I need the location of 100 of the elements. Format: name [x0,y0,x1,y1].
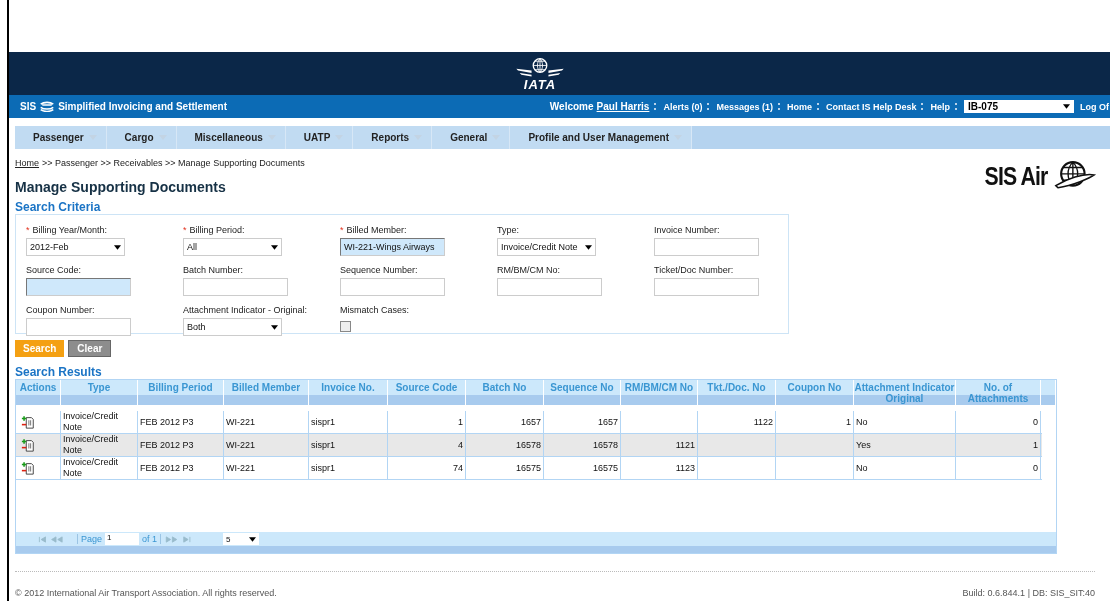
field-label: RM/BM/CM No: [497,265,560,275]
header-link[interactable]: Help [930,101,950,112]
table-cell: No [856,416,868,428]
breadcrumb-link[interactable]: Home [15,158,39,168]
app-title: Simplified Invoicing and Settlement [58,101,228,112]
checkbox[interactable] [340,321,351,332]
logout-link[interactable]: Log Of [1080,101,1109,112]
attach-document-icon[interactable] [21,461,35,475]
field-label: Sequence Number: [340,265,418,275]
table-cell: 1 [846,416,851,428]
table-cell: 1121 [675,439,695,451]
dropdown-field[interactable]: Invoice/Credit Note [497,238,596,256]
table-row[interactable]: Invoice/Credit Note FEB 2012 P3 WI-221 sispr1 74 16575 16575 1123 No 0 [16,457,1042,480]
dropdown-field[interactable]: All [183,238,282,256]
menu-item[interactable]: Miscellaneous [176,126,286,149]
column-header: Coupon No [776,380,854,405]
column-header: Batch No [466,380,544,405]
field-label: Ticket/Doc Number: [654,265,734,275]
caret-icon [114,244,121,250]
caret-icon [1063,104,1070,109]
menu-item[interactable]: Cargo [106,126,177,149]
table-cell: FEB 2012 P3 [140,462,194,474]
attach-document-icon[interactable] [21,438,35,452]
table-cell: Yes [856,439,871,451]
page-size-dropdown[interactable]: 5 [223,533,260,545]
table-cell: 16578 [515,439,541,451]
menu-item[interactable]: Profile and User Management [510,126,692,149]
caret-icon [271,324,278,330]
table-cell: No [856,462,868,474]
table-cell: 16575 [515,462,541,474]
table-cell: 1 [458,416,463,428]
menu-item[interactable]: Reports [353,126,433,149]
column-header: No. of Attachments [956,380,1041,405]
table-cell: sispr1 [311,439,335,451]
header-link[interactable]: Home [786,101,812,112]
column-header: Invoice No. [309,380,388,405]
menu-item[interactable]: UATP [285,126,354,149]
section-title: Search Criteria [15,200,102,214]
field-label: Type: [497,225,519,235]
member-dropdown[interactable]: IB-075 [964,100,1074,113]
input-field[interactable] [654,238,759,256]
table-cell: 1 [1033,439,1038,451]
brand-text: SIS [20,101,37,112]
column-header: Sequence No [544,380,621,405]
input-field[interactable] [183,278,288,296]
required-marker: * [183,225,187,235]
table-cell: 16578 [592,439,618,451]
table-cell: 0 [1033,416,1038,428]
table-cell: FEB 2012 P3 [140,416,194,428]
header-link[interactable]: Alerts (0) [663,101,703,112]
menu-item[interactable]: Passenger [15,126,107,149]
column-header: Billing Period [138,380,224,405]
input-field[interactable] [26,318,131,336]
globe-wings-icon [514,57,566,79]
table-cell: 74 [453,462,463,474]
dropdown-field[interactable]: 2012-Feb [26,238,125,256]
input-field[interactable]: WI-221-Wings Airways [340,238,445,256]
page-input[interactable]: 1 [105,533,140,545]
table-cell: 4 [458,439,463,451]
field-label: Coupon Number: [26,305,95,315]
column-header: Actions [16,380,61,405]
field-label: Billing Year/Month: [32,225,108,235]
caret-icon [271,244,278,250]
column-header: Attachment Indicator Original [854,380,956,405]
copyright-text: © 2012 International Air Transport Association. All rights reserved. [15,588,277,598]
field-label: Mismatch Cases: [340,305,410,315]
field-label: Batch Number: [183,265,244,275]
table-cell: 0 [1033,462,1038,474]
field-label: Billed Member: [346,225,407,235]
menu-item[interactable]: General [432,126,511,149]
table-cell: sispr1 [311,416,335,428]
header-link[interactable]: Messages (1) [716,101,773,112]
stacked-coins-icon [39,101,56,112]
table-row[interactable]: Invoice/Credit Note FEB 2012 P3 WI-221 sispr1 4 16578 16578 1121 Yes 1 [16,434,1042,457]
attach-document-icon[interactable] [21,415,35,429]
user-link[interactable]: Paul Harris [596,101,650,112]
column-header: RM/BM/CM No [621,380,698,405]
field-label: Invoice Number: [654,225,720,235]
table-cell: FEB 2012 P3 [140,439,194,451]
column-header: Tkt./Doc. No [698,380,776,405]
table-cell: 1657 [597,416,618,428]
header-link[interactable]: Contact IS Help Desk [825,101,917,112]
input-field[interactable] [654,278,759,296]
table-cell: WI-221 [226,462,255,474]
column-header: Billed Member [224,380,309,405]
table-cell-text: Invoice/Credit Note [63,434,120,456]
logo-text: SIS Air [984,161,1048,191]
dropdown-field[interactable]: Both [183,318,282,336]
build-info: Build: 0.6.844.1 | DB: SIS_SIT:40 [962,588,1095,598]
input-field[interactable] [26,278,131,296]
input-field[interactable] [340,278,445,296]
field-label: Billing Period: [189,225,245,235]
column-header: Source Code [388,380,466,405]
breadcrumb-text: >> Passenger >> Receivables >> Manage Supporting Documents [42,158,305,168]
field-label: Source Code: [26,265,82,275]
table-cell: WI-221 [226,439,255,451]
input-field[interactable] [497,278,602,296]
logo-text: IATA [523,79,557,91]
table-cell-text: Invoice/Credit Note [63,457,120,479]
page-count: of 1 [142,534,158,544]
